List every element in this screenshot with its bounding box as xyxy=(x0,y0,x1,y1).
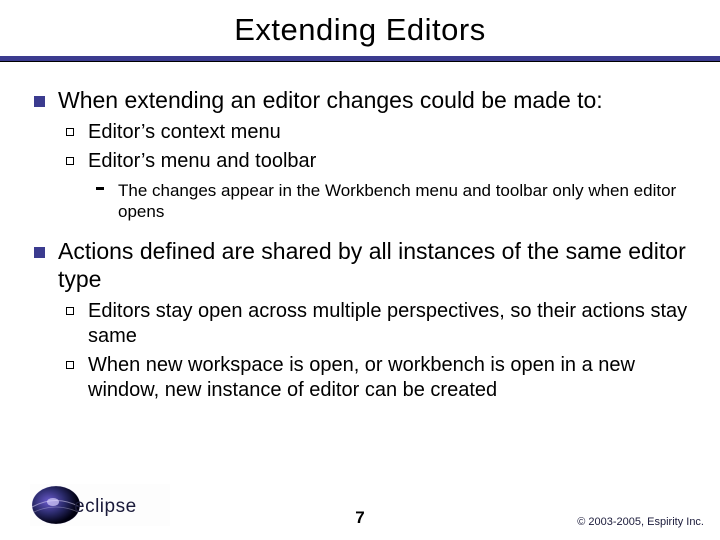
bullet-1-text: When extending an editor changes could b… xyxy=(58,87,603,113)
copyright: © 2003-2005, Espirity Inc. xyxy=(577,516,704,528)
bullet-1-2-1-text: The changes appear in the Workbench menu… xyxy=(118,181,676,221)
bullet-2-2: When new workspace is open, or workbench… xyxy=(58,353,692,403)
slide: Extending Editors When extending an edit… xyxy=(0,0,720,540)
bullet-2-1: Editors stay open across multiple perspe… xyxy=(58,299,692,349)
bullet-1-2-text: Editor’s menu and toolbar xyxy=(88,150,316,172)
bullet-1: When extending an editor changes could b… xyxy=(28,86,692,223)
bullet-2-1-text: Editors stay open across multiple perspe… xyxy=(88,300,687,347)
bullet-1-2: Editor’s menu and toolbar The changes ap… xyxy=(58,149,692,223)
bullet-1-1-text: Editor’s context menu xyxy=(88,121,281,143)
bullet-2: Actions defined are shared by all instan… xyxy=(28,237,692,403)
bullet-2-text: Actions defined are shared by all instan… xyxy=(58,238,686,292)
bullet-2-2-text: When new workspace is open, or workbench… xyxy=(88,354,635,401)
bullet-1-2-1: The changes appear in the Workbench menu… xyxy=(88,180,692,223)
slide-footer: eclipse 7 © 2003-2005, Espirity Inc. xyxy=(0,480,720,540)
slide-title: Extending Editors xyxy=(0,0,720,48)
slide-body: When extending an editor changes could b… xyxy=(0,62,720,403)
bullet-1-1: Editor’s context menu xyxy=(58,120,692,145)
